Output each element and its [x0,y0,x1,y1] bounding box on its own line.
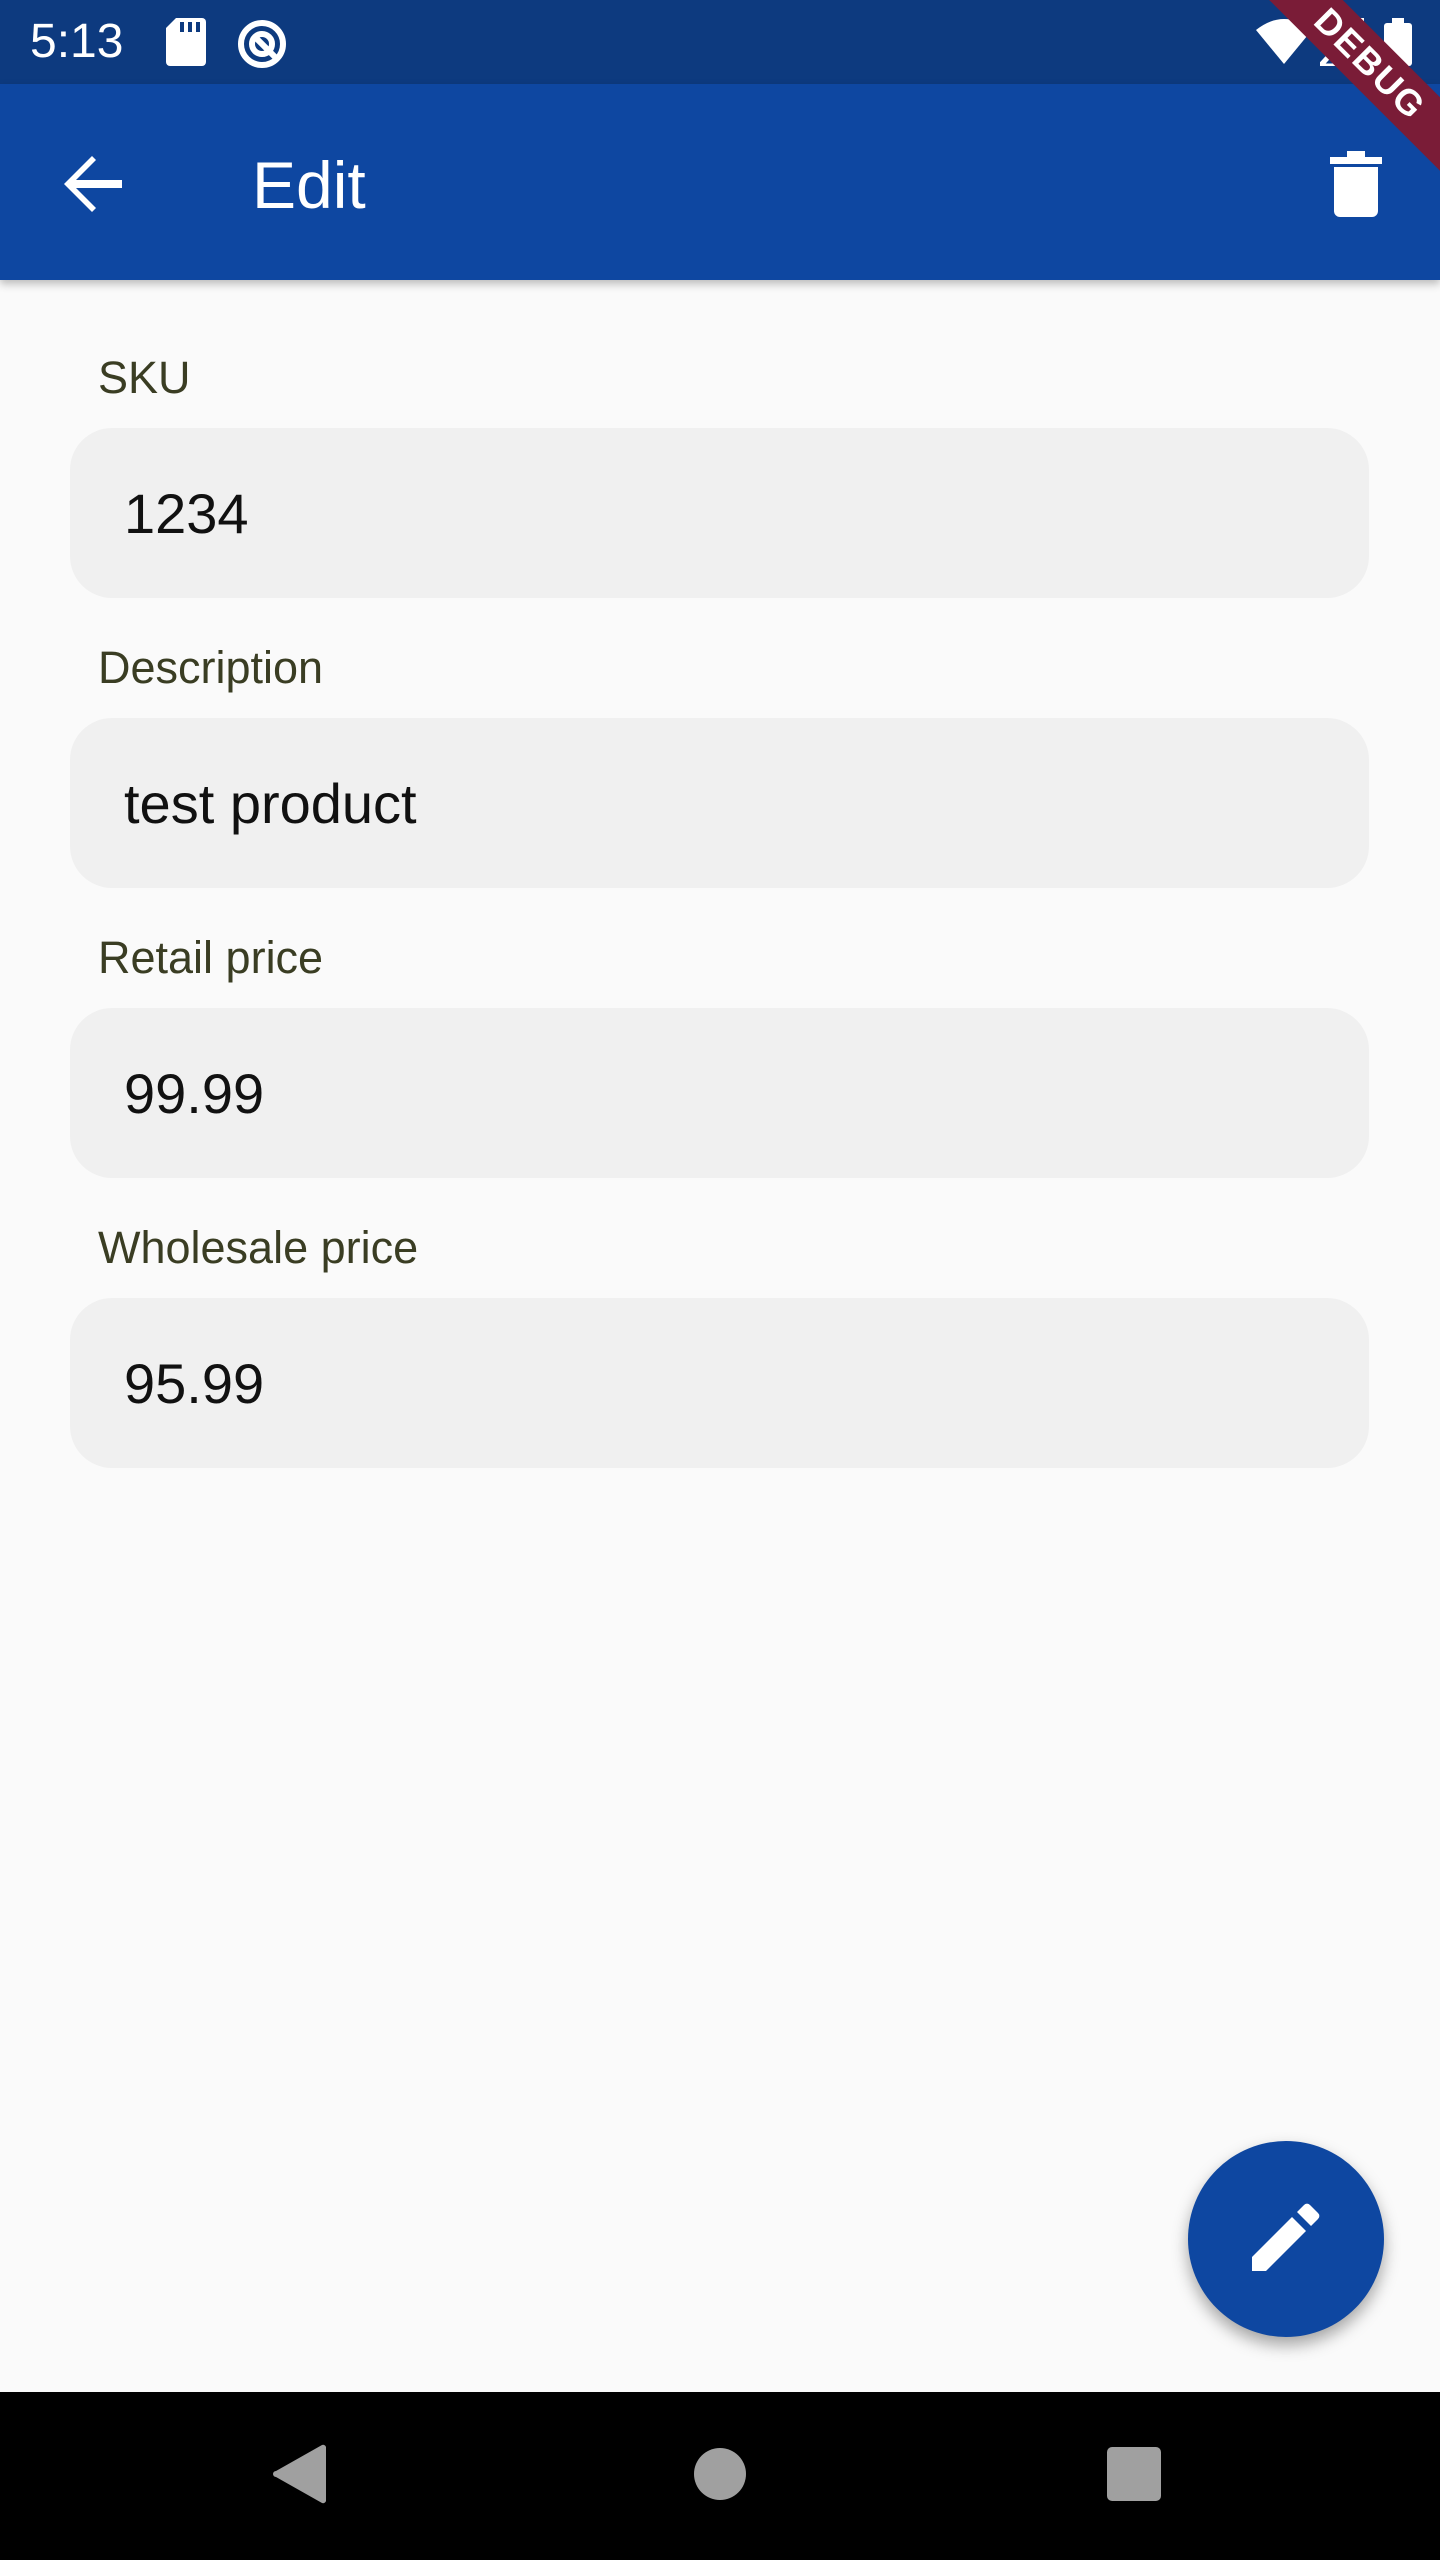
retail-price-field[interactable] [70,1008,1369,1178]
status-bar: 5:13 [0,0,1440,84]
back-triangle-icon [272,2443,328,2510]
trash-icon [1330,150,1382,222]
arrow-back-icon [62,152,126,221]
app-bar: Edit [0,84,1440,280]
sync-icon [236,18,288,75]
sku-label: SKU [98,352,191,403]
delete-button[interactable] [1308,138,1404,234]
edit-fab-button[interactable] [1188,2141,1384,2337]
pencil-icon [1252,2203,1320,2276]
description-field[interactable] [70,718,1369,888]
home-circle-icon [693,2447,747,2506]
system-nav-bar [0,2392,1440,2560]
page-title: Edit [252,148,366,222]
back-button[interactable] [46,138,142,234]
recents-square-icon [1107,2446,1161,2506]
nav-back-button[interactable] [260,2436,340,2516]
description-label: Description [98,642,324,693]
status-time: 5:13 [30,15,124,68]
retail-price-input[interactable] [124,1008,1304,1178]
nav-home-button[interactable] [680,2436,760,2516]
nav-recents-button[interactable] [1094,2436,1174,2516]
sku-field[interactable] [70,428,1369,598]
wholesale-price-field[interactable] [70,1298,1369,1468]
wholesale-price-input[interactable] [124,1298,1304,1468]
sd-card-icon [166,18,206,71]
sku-input[interactable] [124,428,1304,598]
description-input[interactable] [124,718,1304,888]
retail-price-label: Retail price [98,932,324,983]
wholesale-price-label: Wholesale price [98,1222,419,1273]
